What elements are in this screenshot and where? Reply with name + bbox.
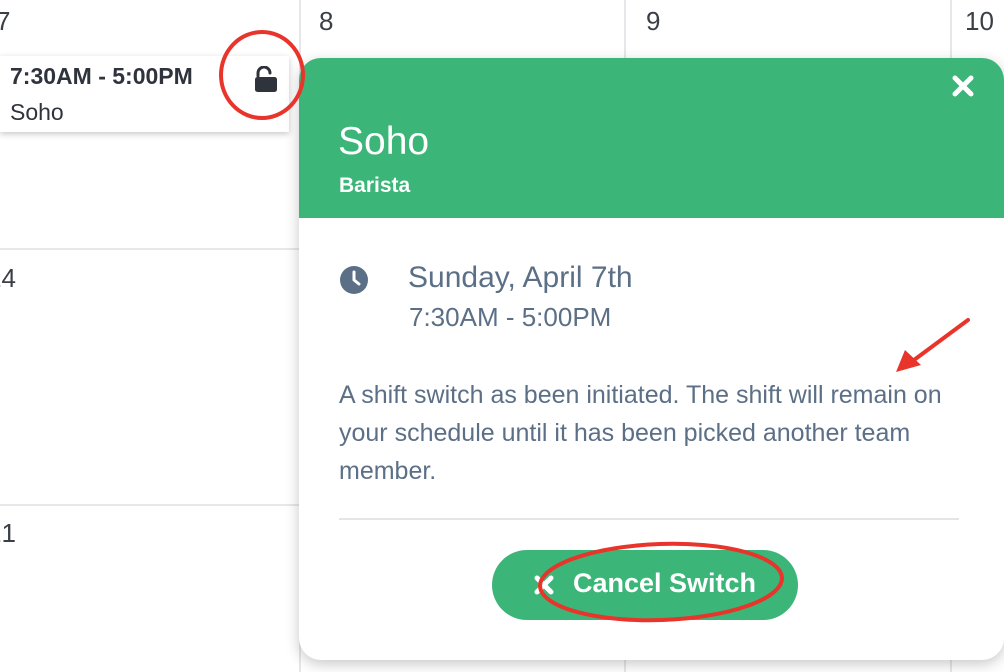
cancel-switch-button[interactable]: Cancel Switch [492, 550, 798, 620]
clock-icon [340, 266, 368, 294]
shift-card[interactable]: 7:30AM - 5:00PM Soho [0, 56, 289, 132]
unlock-icon[interactable] [253, 66, 279, 92]
popover-title: Soho [338, 120, 430, 163]
shift-date: Sunday, April 7th [408, 261, 633, 294]
shift-time: 7:30AM - 5:00PM [10, 63, 193, 89]
day-number-21[interactable]: 21 [0, 520, 16, 546]
divider [339, 518, 959, 520]
shift-time-range: 7:30AM - 5:00PM [409, 302, 612, 332]
day-number-7[interactable]: 7 [0, 8, 10, 34]
grid-line [0, 248, 300, 250]
close-icon[interactable] [951, 74, 975, 98]
popover-subtitle: Barista [339, 174, 411, 197]
grid-line [0, 504, 300, 506]
cancel-switch-label: Cancel Switch [573, 568, 757, 598]
day-number-14[interactable]: 14 [0, 265, 16, 291]
day-number-9[interactable]: 9 [646, 8, 660, 34]
shift-detail-popover: Soho Barista Sunday, April 7th 7:30AM - … [299, 58, 1004, 660]
day-number-10[interactable]: 10 [965, 8, 994, 34]
schedule-calendar: 7 8 9 10 14 21 7:30AM - 5:00PM Soho Soho… [0, 0, 1004, 672]
popover-header: Soho Barista [299, 58, 1004, 218]
day-number-8[interactable]: 8 [319, 8, 333, 34]
close-icon [534, 575, 554, 595]
shift-location: Soho [10, 99, 64, 125]
switch-status-message: A shift switch as been initiated. The sh… [339, 381, 942, 485]
